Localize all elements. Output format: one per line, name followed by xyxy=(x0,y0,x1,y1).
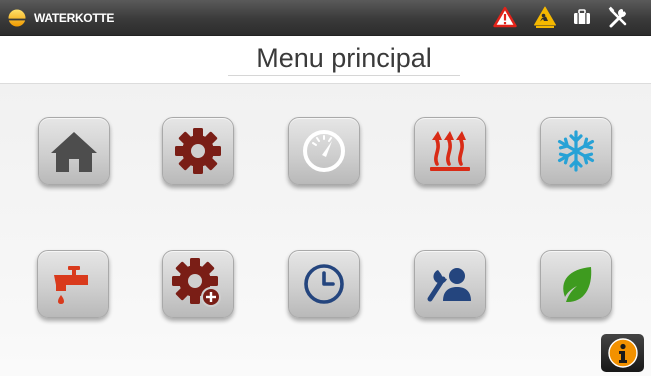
home-icon xyxy=(51,132,97,172)
settings-button[interactable] xyxy=(162,117,234,185)
cooling-button[interactable] xyxy=(540,117,612,185)
clock-icon xyxy=(304,264,344,304)
home-button[interactable] xyxy=(38,117,110,185)
hot-water-tap-icon xyxy=(54,266,88,304)
gear-add-icon xyxy=(172,258,221,307)
heating-icon xyxy=(430,131,470,171)
brand: WATERKOTTE xyxy=(8,9,114,27)
brand-name: WATERKOTTE xyxy=(34,11,115,25)
tools-icon[interactable] xyxy=(607,6,629,28)
user-tools-icon xyxy=(427,268,471,302)
waterkotte-logo-icon xyxy=(8,9,26,27)
briefcase-icon[interactable] xyxy=(573,9,591,25)
leaf-icon xyxy=(563,267,592,303)
gear-icon xyxy=(175,128,221,174)
warning-icon[interactable] xyxy=(493,6,517,28)
gauge-icon xyxy=(303,130,345,172)
status-icons xyxy=(493,5,629,29)
heating-button[interactable] xyxy=(414,117,486,185)
gauge-button[interactable] xyxy=(288,117,360,185)
service-alert-icon[interactable] xyxy=(533,5,557,29)
title-bar: Menu principal xyxy=(0,36,651,83)
page-title: Menu principal xyxy=(228,42,460,76)
clock-button[interactable] xyxy=(288,250,360,318)
info-button[interactable] xyxy=(601,334,644,372)
info-icon xyxy=(607,338,638,368)
hot-water-button[interactable] xyxy=(37,250,109,318)
top-bar: WATERKOTTE xyxy=(0,0,651,36)
eco-button[interactable] xyxy=(540,250,612,318)
settings-add-button[interactable] xyxy=(162,250,234,318)
user-service-button[interactable] xyxy=(414,250,486,318)
snowflake-icon xyxy=(557,130,595,172)
